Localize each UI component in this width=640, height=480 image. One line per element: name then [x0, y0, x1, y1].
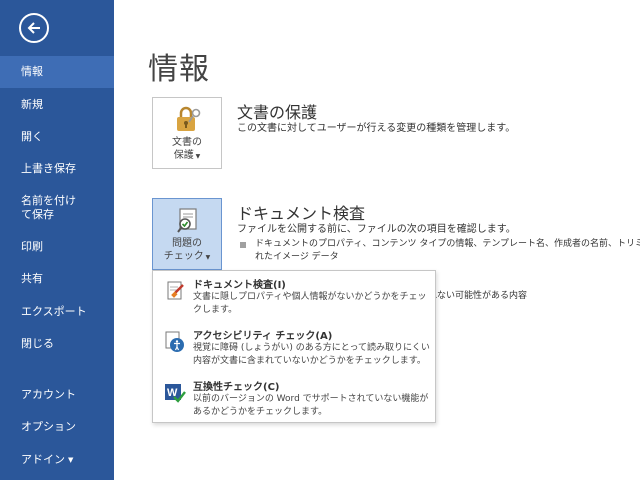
inspect-section-desc: ファイルを公開する前に、ファイルの次の項目を確認します。: [237, 224, 516, 235]
nav-label: 開く: [21, 130, 43, 143]
menu-item-desc: 以前のバージョンの Word でサポートされていない機能があるかどうかをチェック…: [193, 394, 429, 417]
nav-label: 名前を付けて保存: [21, 194, 76, 221]
page-title: 情報: [148, 52, 210, 87]
nav-export[interactable]: エクスポート: [0, 296, 114, 328]
nav-label: 情報: [21, 65, 43, 78]
menu-item-compatibility-check[interactable]: W 互換性チェック(C) 以前のバージョンの Word でサポートされていない機…: [153, 375, 435, 425]
nav-new[interactable]: 新規: [0, 89, 114, 121]
tile-label-line2: 保護 ▼: [153, 149, 221, 163]
tile-label-line2: チェック ▼: [153, 250, 221, 264]
inspect-bullet2-partial: れない可能性がある内容: [428, 291, 528, 301]
chevron-down-icon: ▼: [203, 254, 211, 261]
menu-item-title: アクセシビリティ チェック(A): [193, 331, 333, 342]
nav-label: アドイン: [21, 453, 65, 466]
nav-addins[interactable]: アドイン ▼: [0, 444, 114, 476]
nav-label: 共有: [21, 272, 43, 285]
tile-label-line1: 問題の: [172, 238, 202, 249]
back-arrow-icon: [27, 22, 40, 34]
chevron-down-icon: ▼: [68, 456, 74, 464]
inspect-document-icon: [167, 281, 184, 300]
menu-item-title: ドキュメント検査(I): [193, 280, 286, 291]
menu-item-title: 互換性チェック(C): [193, 382, 280, 393]
check-for-issues-button[interactable]: 問題の チェック ▼: [152, 198, 222, 270]
check-issues-menu: ドキュメント検査(I) 文書に隠しプロパティや個人情報がないかどうかをチェックし…: [152, 270, 436, 423]
nav-account[interactable]: アカウント: [0, 379, 114, 411]
backstage-sidebar: 情報 新規 開く 上書き保存 名前を付けて保存 印刷 共有 エクスポート 閉じる…: [0, 0, 114, 480]
protect-document-button[interactable]: 文書の 保護 ▼: [152, 97, 222, 169]
nav-close[interactable]: 閉じる: [0, 328, 114, 360]
key-lock-icon: [177, 106, 201, 131]
nav-label: アカウント: [21, 388, 76, 401]
inspect-section-title: ドキュメント検査: [237, 204, 366, 223]
accessibility-check-icon: [165, 331, 184, 352]
menu-item-desc: 文書に隠しプロパティや個人情報がないかどうかをチェックします。: [193, 292, 427, 315]
nav-options[interactable]: オプション: [0, 411, 114, 443]
tile-label-text: チェック: [163, 251, 204, 262]
menu-item-accessibility-check[interactable]: アクセシビリティ チェック(A) 視覚に障碍 (しょうがい) のある方にとって読…: [153, 324, 435, 374]
menu-item-inspect-document[interactable]: ドキュメント検査(I) 文書に隠しプロパティや個人情報がないかどうかをチェックし…: [153, 273, 435, 323]
nav-label: 印刷: [21, 240, 43, 253]
word-compatibility-icon: W: [165, 384, 186, 403]
nav-save-as[interactable]: 名前を付けて保存: [0, 186, 100, 230]
nav-label: オプション: [21, 420, 76, 433]
tile-label-line1: 文書の: [172, 137, 202, 148]
protect-section-title: 文書の保護: [237, 103, 318, 122]
protect-section-desc: この文書に対してユーザーが行える変更の種類を管理します。: [237, 123, 516, 134]
inspect-bullet-text: ドキュメントのプロパティ、コンテンツ タイプの情報、テンプレート名、作成者の名前…: [255, 239, 640, 249]
tile-label-text: 保護: [173, 150, 194, 161]
nav-label: 新規: [21, 98, 43, 111]
bullet-marker: [240, 242, 246, 248]
nav-save[interactable]: 上書き保存: [0, 153, 114, 185]
nav-info[interactable]: 情報: [0, 56, 114, 88]
back-button[interactable]: [19, 13, 49, 43]
nav-open[interactable]: 開く: [0, 121, 114, 153]
nav-label: 上書き保存: [21, 162, 76, 175]
nav-label: 閉じる: [21, 337, 54, 350]
inspect-bullet-text-cont: れたイメージ データ: [255, 252, 339, 262]
nav-print[interactable]: 印刷: [0, 231, 114, 263]
svg-text:W: W: [167, 387, 178, 399]
chevron-down-icon: ▼: [193, 153, 201, 160]
inspect-document-icon: [177, 208, 197, 233]
nav-label: エクスポート: [21, 305, 87, 318]
menu-item-desc: 視覚に障碍 (しょうがい) のある方にとって読み取りにくい内容が文書に含まれてい…: [193, 343, 430, 366]
nav-share[interactable]: 共有: [0, 263, 114, 295]
